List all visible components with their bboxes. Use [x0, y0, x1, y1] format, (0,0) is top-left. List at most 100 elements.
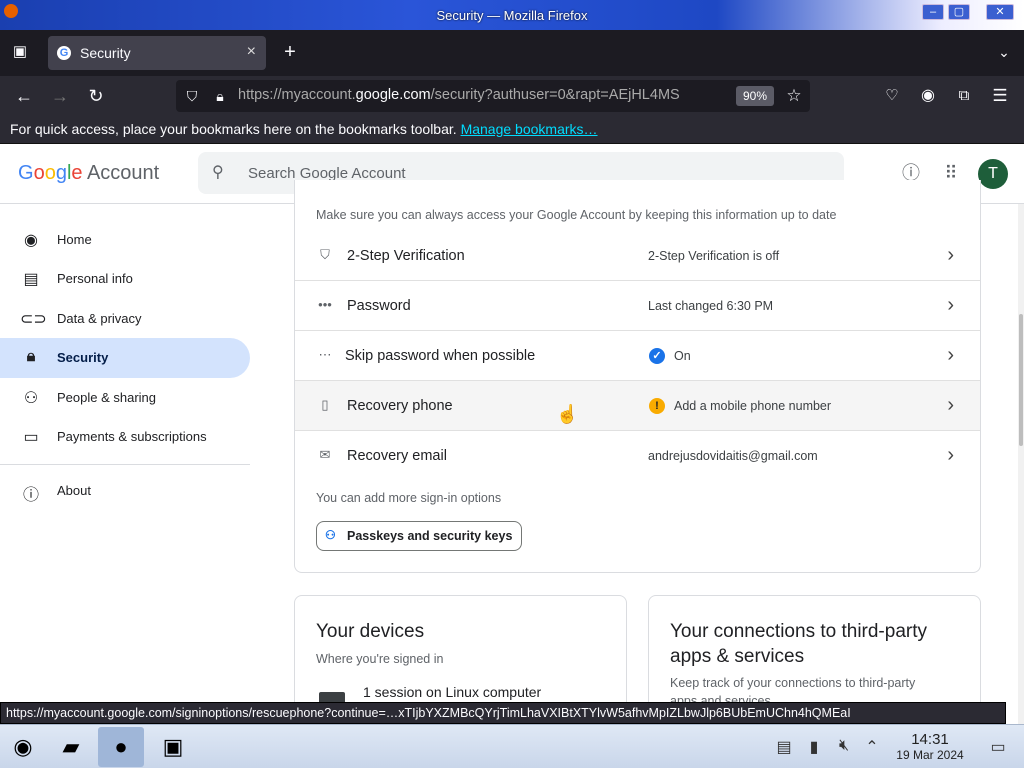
sidebar-item-people-sharing[interactable]: ⚇ People & sharing	[0, 378, 250, 418]
sidebar: ◉ Home ▤ Personal info ⊂⊃ Data & privacy…	[0, 204, 260, 704]
row-value: Last changed 6:30 PM	[648, 299, 774, 313]
sidebar-item-label: Home	[57, 232, 92, 247]
close-window-button[interactable]: ✕	[986, 4, 1014, 20]
url-bar[interactable]: ⛉ 🔒︎ https://myaccount.google.com/securi…	[176, 80, 810, 112]
sidebar-item-data-privacy[interactable]: ⊂⊃ Data & privacy	[0, 299, 250, 339]
scrollbar-thumb[interactable]	[1019, 314, 1023, 446]
sidebar-item-home[interactable]: ◉ Home	[0, 220, 250, 260]
connections-title-line: apps & services	[670, 646, 805, 667]
row-value: On	[674, 349, 691, 363]
google-favicon-icon: G	[57, 46, 71, 60]
card-icon: ▭	[23, 429, 39, 446]
tab-title: Security	[80, 45, 131, 61]
firefox-taskbar-icon[interactable]: ●	[98, 727, 144, 767]
start-menu-icon[interactable]: ◉	[0, 727, 46, 767]
connections-title-line: Your connections to third-party	[670, 621, 928, 642]
sidebar-item-payments[interactable]: ▭ Payments & subscriptions	[0, 417, 250, 457]
row-label: 2-Step Verification	[347, 248, 465, 264]
row-label: Recovery phone	[347, 398, 453, 414]
account-icon[interactable]: ◉	[916, 84, 940, 108]
manage-bookmarks-link[interactable]: Manage bookmarks…	[461, 121, 598, 137]
control-panel-icon[interactable]: ▣	[150, 727, 196, 767]
maximize-button[interactable]: ▢	[948, 4, 970, 20]
info-icon: ⓘ	[22, 487, 39, 504]
shield-icon: ⛉	[320, 247, 330, 262]
google-account-logo[interactable]: Google Account	[18, 162, 159, 185]
warning-icon: !	[649, 398, 665, 414]
new-tab-button[interactable]: +	[278, 40, 302, 64]
clock-date: 19 Mar 2024	[896, 748, 964, 762]
window-titlebar: Security — Mozilla Firefox – ▢ ✕	[0, 0, 1024, 30]
chevron-right-icon: ›	[947, 294, 954, 316]
reload-button[interactable]: ↻	[84, 84, 108, 108]
sidebar-item-label: About	[57, 483, 91, 498]
person-key-icon: ⚇	[325, 528, 336, 542]
sidebar-item-security[interactable]: 🔒︎ Security	[0, 338, 250, 378]
device-session: 1 session on Linux computer	[363, 684, 542, 700]
link-status-bar: https://myaccount.google.com/signinoptio…	[0, 702, 1006, 724]
url-text[interactable]: https://myaccount.google.com/security?au…	[238, 87, 726, 103]
people-icon: ⚇	[23, 390, 39, 407]
row-recovery-email[interactable]: ✉ Recovery email andrejusdovidaitis@gmai…	[295, 431, 980, 481]
avatar[interactable]: T	[978, 159, 1008, 189]
connections-title: Your connections to third-party apps & s…	[670, 619, 927, 669]
sidebar-item-label: Security	[57, 350, 109, 365]
window-title: Security — Mozilla Firefox	[436, 8, 588, 23]
lock-icon: 🔒︎	[26, 348, 36, 365]
clock-time: 14:31	[911, 731, 949, 748]
pocket-icon[interactable]: ♡	[880, 84, 904, 108]
home-icon: ◉	[24, 232, 38, 249]
lock-icon[interactable]: 🔒︎	[208, 84, 232, 108]
file-manager-icon[interactable]: ▰	[48, 727, 94, 767]
navigation-toolbar: ← → ↻ ⛉ 🔒︎ https://myaccount.google.com/…	[0, 76, 1024, 116]
check-circle-icon: ✓	[649, 348, 665, 364]
taskbar: ◉ ▰ ● ▣ ▤ ▮ 🔇︎ ⌃ 14:31 19 Mar 2024 ▭	[0, 724, 1024, 768]
devices-title: Your devices	[316, 621, 425, 642]
show-desktop-icon[interactable]: ▭	[988, 737, 1008, 757]
row-value: andrejusdovidaitis@gmail.com	[648, 449, 818, 463]
passkeys-button[interactable]: ⚇ Passkeys and security keys	[316, 521, 522, 551]
id-card-icon: ▤	[23, 271, 39, 288]
row-2-step-verification[interactable]: ⛉ 2-Step Verification 2-Step Verificatio…	[295, 231, 980, 281]
chevron-right-icon: ›	[947, 244, 954, 266]
shield-icon[interactable]: ⛉	[180, 84, 204, 108]
chevron-up-icon[interactable]: ⌃	[862, 737, 882, 757]
row-skip-password[interactable]: ⋯ Skip password when possible ✓ On ›	[295, 331, 980, 381]
speaker-muted-icon[interactable]: 🔇︎	[834, 737, 854, 755]
chevron-right-icon: ›	[947, 394, 954, 416]
zoom-level-button[interactable]: 90%	[736, 86, 774, 106]
bookmarks-toolbar: For quick access, place your bookmarks h…	[0, 116, 1024, 144]
search-icon: ⚲	[212, 164, 224, 181]
row-password[interactable]: ••• Password Last changed 6:30 PM ›	[295, 281, 980, 331]
sidebar-item-about[interactable]: ⓘ About	[0, 471, 250, 511]
minimize-button[interactable]: –	[922, 4, 944, 20]
tab-security[interactable]: G Security ×	[48, 36, 266, 70]
forward-button[interactable]: →	[48, 84, 72, 108]
tab-list-icon[interactable]: ▣	[8, 40, 32, 64]
bookmark-star-icon[interactable]: ☆	[782, 84, 806, 108]
connections-subtitle-line: Keep track of your connections to third-…	[670, 676, 916, 690]
passkeys-button-label: Passkeys and security keys	[347, 529, 513, 543]
clock[interactable]: 14:31 19 Mar 2024	[890, 731, 970, 762]
back-button[interactable]: ←	[12, 84, 36, 108]
menu-icon[interactable]: ☰	[988, 84, 1012, 108]
signin-options-card: Make sure you can always access your Goo…	[294, 180, 981, 573]
bookmarks-hint: For quick access, place your bookmarks h…	[10, 121, 457, 137]
sidebar-item-label: People & sharing	[57, 390, 157, 405]
phone-icon: ▯	[321, 397, 329, 412]
row-label: Skip password when possible	[345, 348, 536, 364]
chevron-down-icon[interactable]: ⌄	[992, 40, 1016, 64]
more-signin-options-text: You can add more sign-in options	[316, 491, 502, 505]
skip-password-icon: ⋯	[318, 347, 332, 362]
email-icon: ✉	[319, 447, 331, 462]
extensions-icon[interactable]: ⧉	[952, 84, 976, 108]
tab-close-button[interactable]: ×	[247, 43, 256, 61]
sidebar-item-personal-info[interactable]: ▤ Personal info	[0, 259, 250, 299]
clipboard-icon[interactable]: ▤	[774, 737, 794, 757]
row-recovery-phone[interactable]: ▯ Recovery phone ! Add a mobile phone nu…	[295, 381, 980, 431]
google-wordmark: Google	[18, 162, 83, 184]
page-scrollbar[interactable]	[1018, 204, 1024, 724]
tab-strip: ▣ G Security × + ⌄	[0, 30, 1024, 76]
battery-icon[interactable]: ▮	[804, 737, 824, 757]
sidebar-item-label: Personal info	[57, 271, 133, 286]
